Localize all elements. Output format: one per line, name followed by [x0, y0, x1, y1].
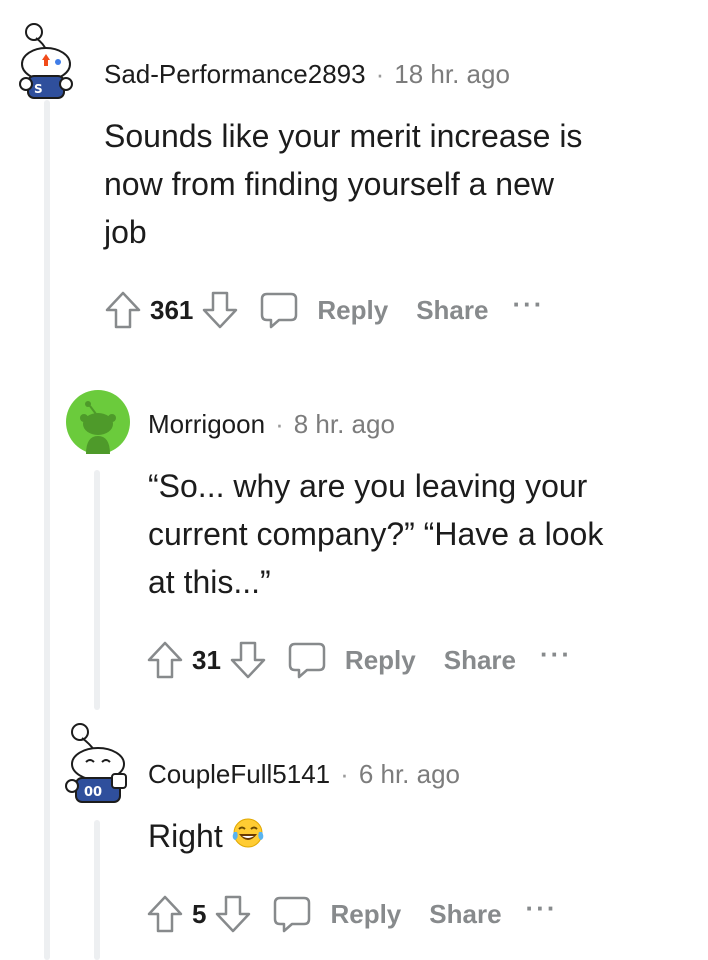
- speech-bubble-icon: [274, 896, 311, 933]
- reply-button[interactable]: Reply: [330, 899, 401, 930]
- upvote-button[interactable]: [146, 894, 184, 934]
- reply-icon-button[interactable]: [287, 640, 327, 680]
- comment-body-line: Right: [148, 818, 223, 854]
- author-name[interactable]: CoupleFull5141: [148, 759, 330, 789]
- comment-time[interactable]: 8 hr. ago: [294, 409, 395, 439]
- reply-button[interactable]: Reply: [345, 645, 416, 676]
- meta-separator: ·: [375, 59, 385, 89]
- author-name[interactable]: Sad-Performance2893: [104, 59, 366, 89]
- avatar[interactable]: 00: [62, 716, 132, 806]
- reply-button[interactable]: Reply: [317, 295, 388, 326]
- comment-body-line: now from finding yourself a new: [104, 166, 554, 202]
- more-options-button[interactable]: ···: [540, 641, 572, 667]
- arrow-up-icon: [147, 895, 183, 933]
- share-button[interactable]: Share: [429, 899, 501, 930]
- comment-actions: 5 Reply Share ···: [146, 892, 558, 936]
- comment-meta: Morrigoon · 8 hr. ago: [148, 408, 395, 440]
- comment-body: “So... why are you leaving your current …: [148, 462, 603, 606]
- comment-body-line: “So... why are you leaving your: [148, 468, 588, 504]
- comment-body-line: job: [104, 214, 147, 250]
- comment-actions: 361 Reply Share ···: [104, 288, 544, 332]
- arrow-up-icon: [147, 641, 183, 679]
- comment-meta: Sad-Performance2893 · 18 hr. ago: [104, 58, 510, 90]
- meta-separator: ·: [275, 409, 284, 439]
- snoo-avatar-icon: S: [19, 23, 73, 99]
- more-options-button[interactable]: ···: [512, 291, 544, 317]
- share-button[interactable]: Share: [444, 645, 516, 676]
- more-options-button[interactable]: ···: [526, 895, 558, 921]
- avatar[interactable]: [66, 390, 130, 454]
- comment-time[interactable]: 6 hr. ago: [359, 759, 460, 789]
- comment-body-line: current company?” “Have a look: [148, 516, 604, 552]
- comment-actions: 31 Reply Share ···: [146, 638, 572, 682]
- arrow-up-icon: [105, 291, 141, 329]
- downvote-button[interactable]: [229, 640, 267, 680]
- vote-score: 31: [192, 644, 221, 675]
- downvote-button[interactable]: [214, 894, 252, 934]
- comment-body: Right: [148, 812, 265, 863]
- vote-score: 5: [192, 898, 207, 929]
- svg-text:S: S: [34, 82, 43, 96]
- avatar[interactable]: S: [14, 16, 78, 100]
- vote-score: 361: [150, 294, 194, 325]
- meta-separator: ·: [340, 759, 349, 789]
- comment-body: Sounds like your merit increase is now f…: [104, 112, 582, 256]
- upvote-button[interactable]: [104, 290, 142, 330]
- author-name[interactable]: Morrigoon: [148, 409, 265, 439]
- speech-bubble-icon: [261, 292, 298, 329]
- downvote-button[interactable]: [201, 290, 239, 330]
- tears-of-joy-emoji: [231, 815, 265, 863]
- arrow-down-icon: [216, 895, 251, 933]
- thread-line-3[interactable]: [94, 820, 100, 960]
- reply-icon-button[interactable]: [259, 290, 299, 330]
- arrow-down-icon: [230, 641, 266, 679]
- comment-body-line: at this...”: [148, 564, 271, 600]
- share-button[interactable]: Share: [416, 295, 488, 326]
- svg-text:00: 00: [84, 785, 102, 800]
- comment-meta: CoupleFull5141 · 6 hr. ago: [148, 758, 460, 790]
- comment-time[interactable]: 18 hr. ago: [394, 59, 510, 89]
- speech-bubble-icon: [288, 642, 326, 679]
- comment-body-line: Sounds like your merit increase is: [104, 118, 583, 154]
- arrow-down-icon: [203, 291, 238, 329]
- reply-icon-button[interactable]: [272, 894, 312, 934]
- thread-line-2[interactable]: [94, 470, 100, 710]
- snoo-avatar-icon: 00: [65, 723, 127, 803]
- thread-line-1[interactable]: [44, 100, 50, 960]
- upvote-button[interactable]: [146, 640, 184, 680]
- snoo-avatar-icon: [66, 390, 130, 454]
- tears-of-joy-icon: [232, 818, 263, 848]
